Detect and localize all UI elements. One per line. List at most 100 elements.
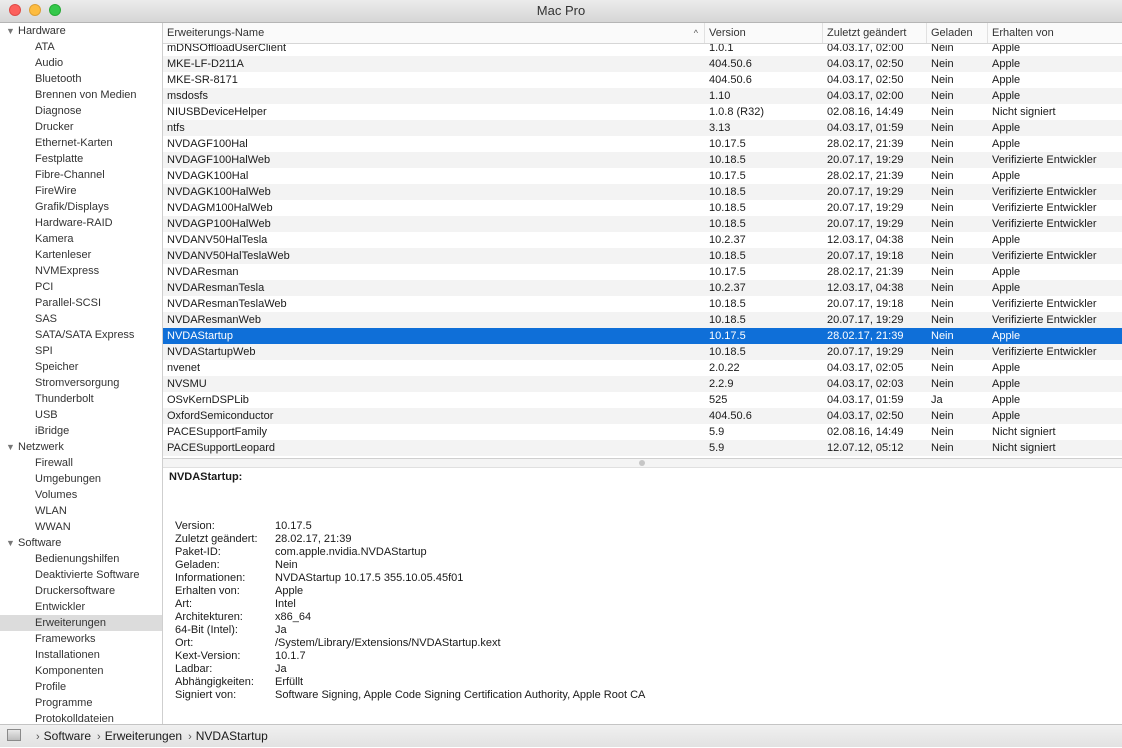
sidebar-item-drucker[interactable]: Drucker xyxy=(0,119,162,135)
disclosure-triangle-icon[interactable]: ▼ xyxy=(6,23,18,39)
table-row[interactable]: PACESupportFamily 5.9 02.08.16, 14:49 Nein N… xyxy=(163,424,1122,440)
sidebar-item-firewire[interactable]: FireWire xyxy=(0,183,162,199)
sidebar-item-stromversorgung[interactable]: Stromversorgung xyxy=(0,375,162,391)
sidebar-group-netzwerk[interactable]: ▼ Netzwerk xyxy=(0,439,162,455)
breadcrumb-item-software[interactable]: Software xyxy=(44,729,91,743)
property-row: Version: 10.17.5 xyxy=(175,520,312,533)
column-header-name[interactable]: Erweiterungs-Name ^ xyxy=(163,23,705,43)
cell-loaded: Nein xyxy=(927,456,988,457)
cell-obtained-from: Apple xyxy=(992,74,1021,86)
sidebar-item-bedienungshilfen[interactable]: Bedienungshilfen xyxy=(0,551,162,567)
cell-name: MKE-SR-8171 xyxy=(167,74,238,86)
table-row[interactable]: nvenet 2.0.22 04.03.17, 02:05 Nein Apple xyxy=(163,360,1122,376)
table-row[interactable]: msdosfs 1.10 04.03.17, 02:00 Nein Apple xyxy=(163,88,1122,104)
breadcrumb-item-nvdastartup[interactable]: NVDAStartup xyxy=(196,729,268,743)
table-row[interactable]: NVDAGF100HalWeb 10.18.5 20.07.17, 19:29 Nei… xyxy=(163,152,1122,168)
cell-name: NVDAGK100Hal xyxy=(167,170,249,182)
sidebar-item-brennen-von-medien[interactable]: Brennen von Medien xyxy=(0,87,162,103)
sidebar-item-nvmexpress[interactable]: NVMExpress xyxy=(0,263,162,279)
zoom-button[interactable] xyxy=(49,4,61,16)
sidebar-item-sas[interactable]: SAS xyxy=(0,311,162,327)
table-row[interactable]: OxfordSemiconductor 404.50.6 04.03.17, 02:… xyxy=(163,408,1122,424)
cell-loaded: Nein xyxy=(931,138,954,150)
table-row[interactable]: NIUSBDeviceHelper 1.0.8 (R32) 02.08.16, 14… xyxy=(163,104,1122,120)
disclosure-triangle-icon[interactable]: ▼ xyxy=(6,535,18,551)
sidebar-item-grafik-displays[interactable]: Grafik/Displays xyxy=(0,199,162,215)
table-row[interactable]: NVDAGM100HalWeb 10.18.5 20.07.17, 19:29 Nei… xyxy=(163,200,1122,216)
sidebar-item-frameworks[interactable]: Frameworks xyxy=(0,631,162,647)
sidebar-item-speicher[interactable]: Speicher xyxy=(0,359,162,375)
sidebar-item-spi[interactable]: SPI xyxy=(0,343,162,359)
sidebar-item-komponenten[interactable]: Komponenten xyxy=(0,663,162,679)
disclosure-triangle-icon[interactable]: ▼ xyxy=(6,439,18,455)
table-row[interactable]: NVDAResmanTeslaWeb 10.18.5 20.07.17, 19:18… xyxy=(163,296,1122,312)
table-row[interactable]: PACESupportLeopard25.912.07.12, 05:12Nei… xyxy=(163,456,1122,457)
table-row[interactable]: NVDAResmanTesla 10.2.37 12.03.17, 04:38 Nei… xyxy=(163,280,1122,296)
sidebar-item-profile[interactable]: Profile xyxy=(0,679,162,695)
sidebar-item-kartenleser[interactable]: Kartenleser xyxy=(0,247,162,263)
sidebar-item-protokolldateien[interactable]: Protokolldateien xyxy=(0,711,162,724)
split-view-divider[interactable] xyxy=(163,458,1122,468)
sidebar-item-ethernet-karten[interactable]: Ethernet-Karten xyxy=(0,135,162,151)
sidebar-item-kamera[interactable]: Kamera xyxy=(0,231,162,247)
sidebar-item-volumes[interactable]: Volumes xyxy=(0,487,162,503)
sidebar-item-firewall[interactable]: Firewall xyxy=(0,455,162,471)
table-row[interactable]: NVDAGF100Hal 10.17.5 28.02.17, 21:39 Nein Ap… xyxy=(163,136,1122,152)
table-row[interactable]: NVDAResmanWeb 10.18.5 20.07.17, 19:29 Nein V… xyxy=(163,312,1122,328)
cell-modified: 28.02.17, 21:39 xyxy=(827,138,904,150)
column-header-version[interactable]: Version xyxy=(705,23,823,43)
sidebar-item-pci[interactable]: PCI xyxy=(0,279,162,295)
table-row[interactable]: NVDAStartupWeb 10.18.5 20.07.17, 19:29 Nein… xyxy=(163,344,1122,360)
minimize-button[interactable] xyxy=(29,4,41,16)
table-row[interactable]: NVSMU 2.2.9 04.03.17, 02:03 Nein Apple xyxy=(163,376,1122,392)
sidebar-item-deaktivierte-software[interactable]: Deaktivierte Software xyxy=(0,567,162,583)
property-label: Kext-Version: xyxy=(175,650,241,662)
sidebar-item-bluetooth[interactable]: Bluetooth xyxy=(0,71,162,87)
table-row[interactable]: NVDAGK100Hal 10.17.5 28.02.17, 21:39 Nein Ap… xyxy=(163,168,1122,184)
sidebar-item-wwan[interactable]: WWAN xyxy=(0,519,162,535)
cell-version: 525 xyxy=(709,394,728,406)
table-row[interactable]: ntfs 3.13 04.03.17, 01:59 Nein Apple xyxy=(163,120,1122,136)
table-row[interactable]: NVDAGP100HalWeb 10.18.5 20.07.17, 19:29 Nei… xyxy=(163,216,1122,232)
close-button[interactable] xyxy=(9,4,21,16)
table-row[interactable]: NVDAStartup 10.17.5 28.02.17, 21:39 Nein App… xyxy=(163,328,1122,344)
cell-modified: 04.03.17, 02:00 xyxy=(827,90,904,102)
table-row[interactable]: OSvKernDSPLib 525 04.03.17, 01:59 Ja Apple xyxy=(163,392,1122,408)
table-row[interactable]: MKE-LF-D211A 404.50.6 04.03.17, 02:50 Nein A… xyxy=(163,56,1122,72)
sidebar-item-fibre-channel[interactable]: Fibre-Channel xyxy=(0,167,162,183)
sidebar-item-audio[interactable]: Audio xyxy=(0,55,162,71)
column-header-obtained-from[interactable]: Erhalten von xyxy=(988,23,1122,43)
property-value: /System/Library/Extensions/NVDAStartup.k… xyxy=(275,637,501,649)
sidebar-item-thunderbolt[interactable]: Thunderbolt xyxy=(0,391,162,407)
sidebar-item-hardware-raid[interactable]: Hardware-RAID xyxy=(0,215,162,231)
sidebar-group-software[interactable]: ▼ Software xyxy=(0,535,162,551)
sidebar-item-erweiterungen[interactable]: Erweiterungen xyxy=(0,615,162,631)
table-row[interactable]: NVDANV50HalTesla 10.2.37 12.03.17, 04:38 Ne… xyxy=(163,232,1122,248)
column-header-loaded[interactable]: Geladen xyxy=(927,23,988,43)
sidebar-item-festplatte[interactable]: Festplatte xyxy=(0,151,162,167)
table-row[interactable]: NVDAResman 10.17.5 28.02.17, 21:39 Nein Appl… xyxy=(163,264,1122,280)
cell-modified: 28.02.17, 21:39 xyxy=(827,330,904,342)
sidebar-item-usb[interactable]: USB xyxy=(0,407,162,423)
sidebar-item-entwickler[interactable]: Entwickler xyxy=(0,599,162,615)
sidebar-item-sata-sata-express[interactable]: SATA/SATA Express xyxy=(0,327,162,343)
table-row[interactable]: NVDANV50HalTeslaWeb 10.18.5 20.07.17, 19:1… xyxy=(163,248,1122,264)
sidebar-item-wlan[interactable]: WLAN xyxy=(0,503,162,519)
sidebar-item-druckersoftware[interactable]: Druckersoftware xyxy=(0,583,162,599)
sidebar-item-diagnose[interactable]: Diagnose xyxy=(0,103,162,119)
table-row[interactable]: mDNSOffloadUserClient 1.0.1 04.03.17, 02:0… xyxy=(163,44,1122,56)
sidebar-item-programme[interactable]: Programme xyxy=(0,695,162,711)
breadcrumb-item-erweiterungen[interactable]: Erweiterungen xyxy=(105,729,182,743)
table-row[interactable]: MKE-SR-8171 404.50.6 04.03.17, 02:50 Nein Ap… xyxy=(163,72,1122,88)
sidebar-item-installationen[interactable]: Installationen xyxy=(0,647,162,663)
sidebar-item-ibridge[interactable]: iBridge xyxy=(0,423,162,439)
table-row[interactable]: NVDAGK100HalWeb 10.18.5 20.07.17, 19:29 Nei… xyxy=(163,184,1122,200)
sidebar-group-hardware[interactable]: ▼ Hardware xyxy=(0,23,162,39)
cell-loaded: Nein xyxy=(931,122,954,134)
sidebar-item-parallel-scsi[interactable]: Parallel-SCSI xyxy=(0,295,162,311)
sidebar-item-umgebungen[interactable]: Umgebungen xyxy=(0,471,162,487)
table-row[interactable]: PACESupportLeopard 5.9 12.07.12, 05:12 Nein… xyxy=(163,440,1122,456)
column-header-modified[interactable]: Zuletzt geändert xyxy=(823,23,927,43)
sidebar-item-ata[interactable]: ATA xyxy=(0,39,162,55)
extensions-table[interactable]: mDNSOffloadUserClient 1.0.1 04.03.17, 02:0… xyxy=(163,44,1122,457)
